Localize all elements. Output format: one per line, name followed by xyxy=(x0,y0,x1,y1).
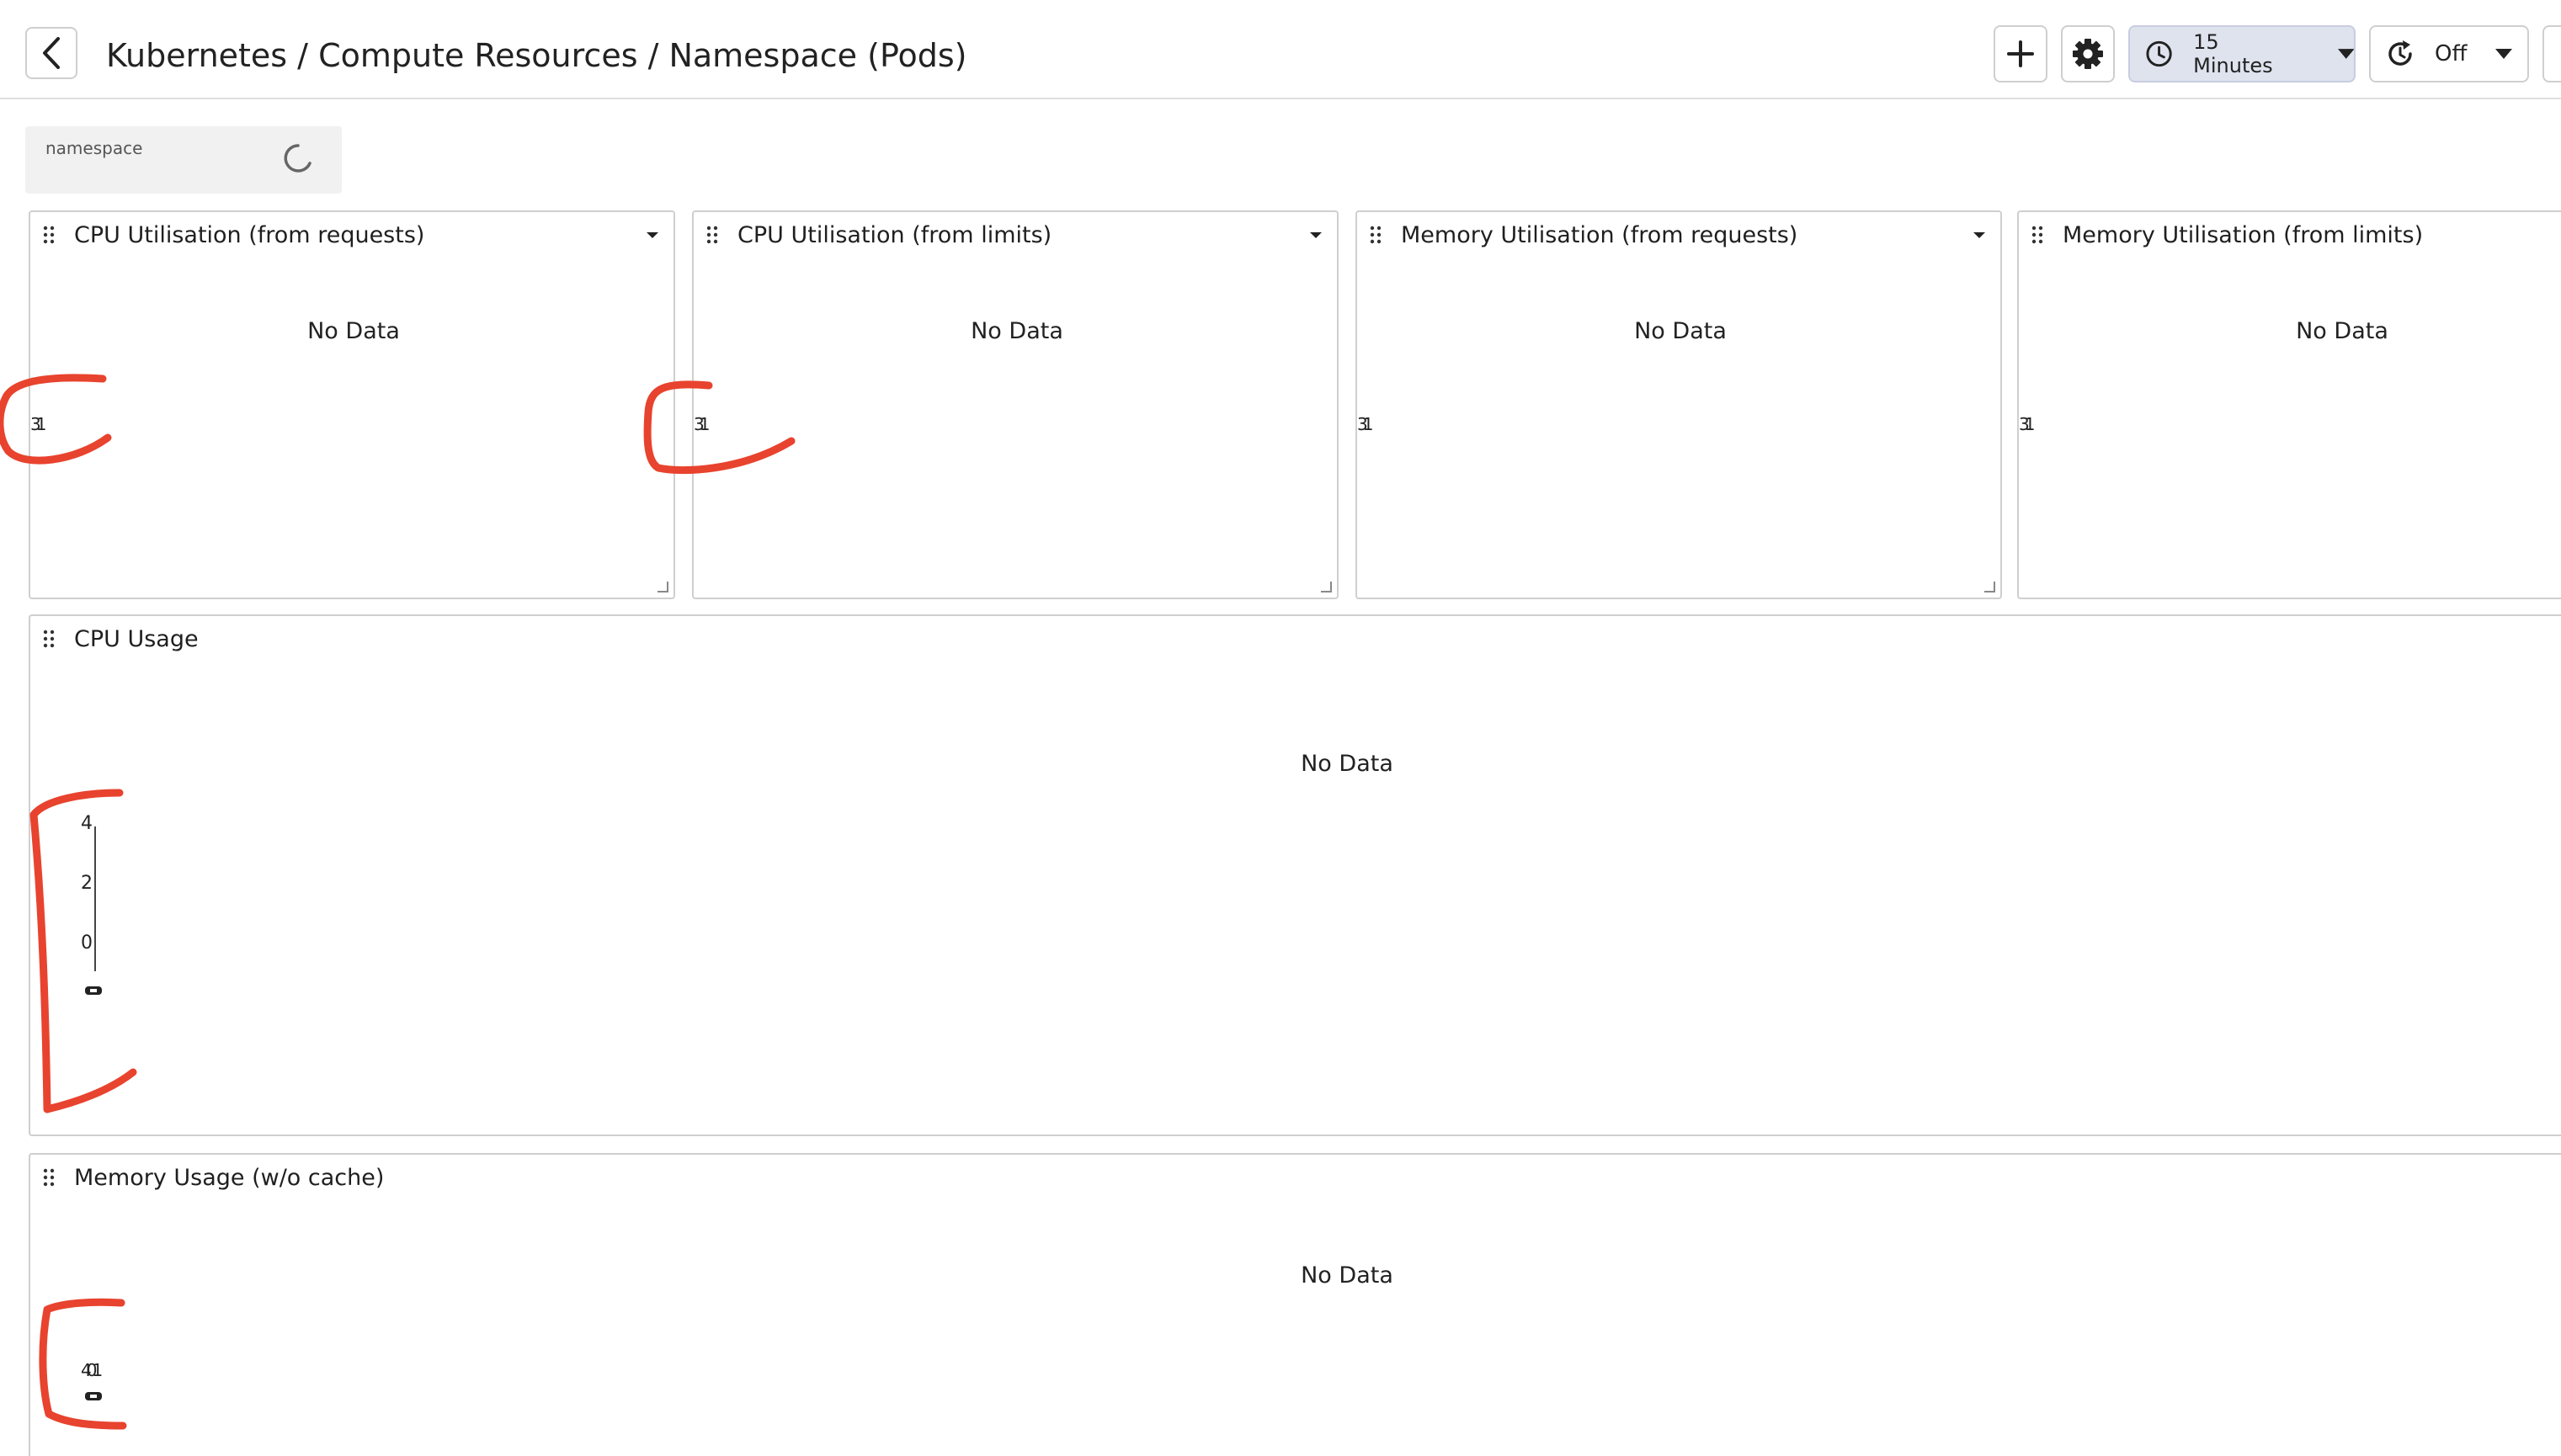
gear-icon xyxy=(2073,39,2103,69)
panel-title: Memory Utilisation (from limits) xyxy=(2063,222,2424,248)
clock-icon xyxy=(2146,40,2172,67)
resize-handle-icon[interactable] xyxy=(1983,581,1995,592)
resize-handle-icon[interactable] xyxy=(657,581,668,592)
loading-spinner-icon xyxy=(284,144,311,173)
time-range-label: 15 Minutes xyxy=(2193,30,2273,77)
refresh-interval-label: Off xyxy=(2435,41,2468,66)
refresh-interval-picker[interactable]: Off xyxy=(2369,25,2529,82)
panel-memory-usage: Memory Usage (w/o cache) No Data 401 xyxy=(29,1153,2561,1456)
dashboard-header: Kubernetes / Compute Resources / Namespa… xyxy=(0,0,2561,99)
x-axis-glyph-icon xyxy=(85,986,102,995)
caret-down-icon xyxy=(2337,49,2354,59)
namespace-variable-label: namespace xyxy=(45,138,143,158)
axis-glyph: 31 xyxy=(2019,414,2036,434)
refresh-icon xyxy=(2388,40,2412,66)
time-range-picker[interactable]: 15 Minutes xyxy=(2128,25,2356,82)
panel-title: Memory Utilisation (from requests) xyxy=(1401,222,1798,248)
panel-cpu-usage: CPU Usage No Data 4 2 0 xyxy=(29,614,2561,1136)
axis-glyph: 401 xyxy=(81,1360,103,1380)
no-data-message: No Data xyxy=(1634,318,1727,344)
page-title: Kubernetes / Compute Resources / Namespa… xyxy=(106,37,967,74)
caret-down-icon xyxy=(2495,49,2513,59)
panel-title: Memory Usage (w/o cache) xyxy=(74,1165,385,1191)
panel-title: CPU Utilisation (from requests) xyxy=(74,222,425,248)
panel-menu-caret-icon[interactable] xyxy=(1310,231,1322,239)
resize-handle-icon[interactable] xyxy=(1320,581,1332,592)
drag-handle-icon[interactable] xyxy=(705,226,719,244)
y-axis-tick-label: 0 xyxy=(81,933,93,954)
drag-handle-icon[interactable] xyxy=(42,1168,56,1187)
no-data-message: No Data xyxy=(1301,1262,1393,1289)
panel-menu-caret-icon[interactable] xyxy=(647,231,658,239)
more-toolbar-button[interactable] xyxy=(2542,25,2561,82)
axis-glyph: 31 xyxy=(30,414,47,434)
no-data-message: No Data xyxy=(2296,318,2388,344)
dashboard-settings-button[interactable] xyxy=(2061,25,2115,82)
dashboard-toolbar: 15 Minutes Off xyxy=(1994,25,2561,82)
panel-title: CPU Utilisation (from limits) xyxy=(737,222,1052,248)
axis-glyph: 31 xyxy=(694,414,711,434)
y-axis-line xyxy=(94,826,96,971)
y-axis-tick-label: 2 xyxy=(81,873,93,894)
no-data-message: No Data xyxy=(307,318,400,344)
panel-cpu-utilisation-limits: CPU Utilisation (from limits) No Data 31 xyxy=(692,210,1339,599)
no-data-message: No Data xyxy=(971,318,1063,344)
panel-menu-caret-icon[interactable] xyxy=(1973,231,1985,239)
drag-handle-icon[interactable] xyxy=(42,226,56,244)
y-axis-tick-label: 4 xyxy=(81,813,93,834)
axis-glyph: 31 xyxy=(1357,414,1374,434)
drag-handle-icon[interactable] xyxy=(2031,226,2044,244)
plus-icon xyxy=(2007,40,2034,67)
add-panel-button[interactable] xyxy=(1994,25,2047,82)
chevron-left-icon xyxy=(43,37,60,69)
panel-title: CPU Usage xyxy=(74,626,199,652)
drag-handle-icon[interactable] xyxy=(1369,226,1382,244)
drag-handle-icon[interactable] xyxy=(42,630,56,648)
panel-memory-utilisation-requests: Memory Utilisation (from requests) No Da… xyxy=(1355,210,2002,599)
panel-cpu-utilisation-requests: CPU Utilisation (from requests) No Data … xyxy=(29,210,675,599)
back-button[interactable] xyxy=(25,27,77,79)
x-axis-glyph-icon xyxy=(85,1392,102,1400)
panel-memory-utilisation-limits: Memory Utilisation (from limits) No Data… xyxy=(2017,210,2561,599)
no-data-message: No Data xyxy=(1301,751,1393,777)
